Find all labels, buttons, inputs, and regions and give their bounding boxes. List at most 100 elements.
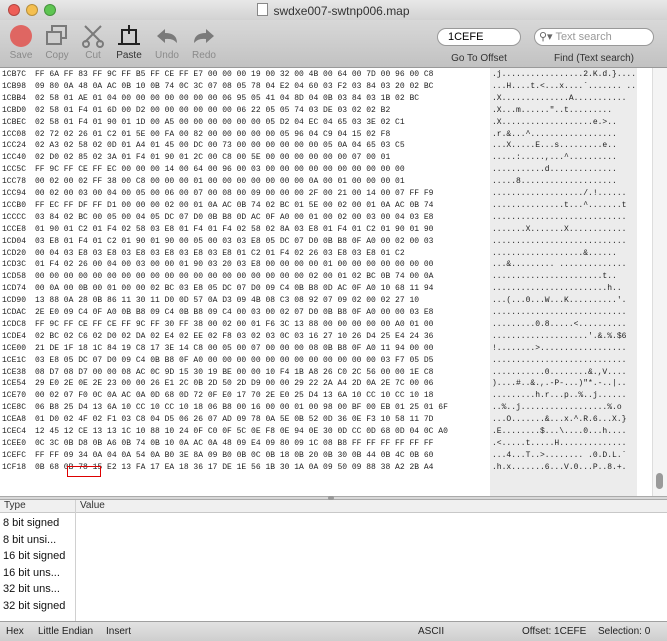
row-ascii[interactable]: .......X.......X............	[492, 224, 626, 236]
row-hex-bytes[interactable]: 12 45 12 CE 13 13 1C 10 88 10 24 0F C0 0…	[35, 426, 448, 438]
row-ascii[interactable]: .<.....t.....H..............	[492, 438, 626, 450]
row-offset: 1CE8C	[2, 403, 27, 413]
copy-button[interactable]: Copy	[40, 22, 74, 61]
row-hex-bytes[interactable]: 0C 3C 0B D8 0B A6 0B 74 0B 10 0A AC 0A 4…	[35, 438, 433, 450]
row-hex-bytes[interactable]: 01 90 01 C2 01 F4 02 58 03 E8 01 F4 01 F…	[35, 224, 433, 236]
row-hex-bytes[interactable]: FF FF 09 34 0A 04 0A 54 0A B0 3E 8A 09 B…	[35, 450, 433, 462]
row-hex-bytes[interactable]: 03 E8 05 DC 07 D0 09 C4 0B B8 0F A0 00 0…	[35, 355, 433, 367]
data-type-row[interactable]: 8 bit signed	[3, 517, 73, 529]
row-ascii[interactable]: .....8....................	[492, 176, 617, 188]
row-ascii[interactable]: ........................h..	[492, 283, 622, 295]
hex-editor[interactable]: 1CB7C FF 6A FF 83 FF 9C FF B5 FF CE FF E7…	[0, 68, 667, 496]
row-hex-bytes[interactable]: FF 9C FF CE FF CE FF 9C FF 30 FF 38 00 0…	[35, 319, 433, 331]
row-hex-bytes[interactable]: 21 DE 1F 18 1C 84 19 C8 17 3E 14 C8 00 0…	[35, 343, 433, 355]
row-hex-bytes[interactable]: 02 72 02 26 01 C2 01 5E 00 FA 00 82 00 0…	[35, 129, 390, 141]
status-insert-mode[interactable]: Insert	[106, 626, 131, 637]
row-ascii[interactable]: ..%..j..................%.o	[492, 402, 622, 414]
row-ascii[interactable]: ...&......... ..............	[492, 259, 626, 271]
redo-icon	[194, 29, 214, 43]
row-ascii[interactable]: ...........d..............	[492, 164, 617, 176]
row-offset: 1CCCC	[2, 212, 27, 222]
row-hex-bytes[interactable]: 00 0A 00 0B 00 01 00 00 02 BC 03 E8 05 D…	[35, 283, 433, 295]
data-type-row[interactable]: 8 bit unsi...	[3, 534, 73, 546]
type-column-header[interactable]: Type	[4, 500, 26, 511]
row-ascii[interactable]: .........0.8.....<..........	[492, 319, 626, 331]
row-ascii[interactable]: .................../.!......	[492, 188, 626, 200]
row-ascii[interactable]: ...(...0...W...K..........'.	[492, 295, 626, 307]
row-ascii[interactable]: ............................	[492, 212, 626, 224]
data-type-row[interactable]: 32 bit signed	[3, 600, 73, 612]
row-ascii[interactable]: ...O.......&...x.^.R.6...X.}	[492, 414, 626, 426]
go-to-offset-input[interactable]: 1CEFE	[437, 28, 521, 46]
row-hex-bytes[interactable]: 29 E0 2E 0E 2E 23 00 00 26 E1 2C 0B 2D 5…	[35, 378, 433, 390]
row-ascii[interactable]: .X...................e.>..	[492, 117, 617, 129]
row-ascii[interactable]: .........h.r...p..%..j......	[492, 390, 626, 402]
row-hex-bytes[interactable]: 02 58 01 AE 01 04 00 00 00 00 00 00 00 0…	[35, 93, 419, 105]
document-icon	[257, 3, 269, 16]
data-type-row[interactable]: 16 bit uns...	[3, 567, 73, 579]
row-hex-bytes[interactable]: 02 D0 02 85 02 3A 01 F4 01 90 01 2C 00 C…	[35, 152, 390, 164]
vertical-scrollbar[interactable]	[652, 68, 667, 496]
status-endian[interactable]: Little Endian	[38, 626, 93, 637]
row-hex-bytes[interactable]: 06 B8 25 D4 13 6A 10 CC 10 CC 10 18 06 B…	[35, 402, 448, 414]
row-hex-bytes[interactable]: 2E E0 09 C4 0F A0 0B B8 09 C4 0B B8 09 C…	[35, 307, 433, 319]
row-ascii[interactable]: ............................	[492, 307, 626, 319]
row-hex-bytes[interactable]: FF 6A FF 83 FF 9C FF B5 FF CE FF E7 00 0…	[35, 69, 433, 81]
status-hex-mode[interactable]: Hex	[6, 626, 24, 637]
row-ascii[interactable]: ...4...T..>........ .0.D.L.`	[492, 450, 626, 462]
row-ascii[interactable]: .j.................2.K.d.}....	[492, 69, 636, 81]
data-type-row[interactable]: 32 bit uns...	[3, 583, 73, 595]
row-ascii[interactable]: ...............t...^.......t	[492, 200, 626, 212]
row-ascii[interactable]: .....:.....,...^..........	[492, 152, 617, 164]
row-offset: 1CE70	[2, 391, 27, 401]
undo-button[interactable]: Undo	[150, 22, 184, 61]
data-type-row[interactable]: 16 bit signed	[3, 550, 73, 562]
row-hex-bytes[interactable]: 02 58 01 F4 01 90 01 1D 00 A5 00 00 00 0…	[35, 117, 405, 129]
row-hex-bytes[interactable]: 02 A3 02 58 02 0D 01 A4 01 45 00 DC 00 7…	[35, 140, 405, 152]
row-hex-bytes[interactable]: 00 02 00 02 FF 38 00 C8 00 00 00 01 00 0…	[35, 176, 405, 188]
paste-button[interactable]: Paste	[112, 22, 146, 61]
row-ascii[interactable]: !........>..................	[492, 343, 626, 355]
row-hex-bytes[interactable]: 13 88 0A 28 0B 86 11 30 11 D0 0D 57 0A D…	[35, 295, 419, 307]
row-hex-bytes[interactable]: 01 F4 02 26 00 04 00 03 00 00 01 90 03 2…	[35, 259, 433, 271]
row-hex-bytes[interactable]: 02 58 01 F4 01 6D 00 D2 00 00 00 00 00 0…	[35, 105, 390, 117]
row-ascii[interactable]: )....#..&.,.-P-...)"*.-..|..	[492, 378, 626, 390]
search-icon: ⚲▾	[539, 31, 553, 43]
row-ascii[interactable]: .r.&...^..................	[492, 129, 617, 141]
row-ascii[interactable]: .h.x.......6...V.0...P..8.+.	[492, 462, 626, 474]
row-ascii[interactable]: .E........$...\....0...h....	[492, 426, 626, 438]
row-hex-bytes[interactable]: 03 E8 01 F4 01 C2 01 90 01 90 00 05 00 0…	[35, 236, 433, 248]
save-button[interactable]: Save	[4, 22, 38, 61]
value-column-header[interactable]: Value	[80, 500, 105, 511]
row-hex-bytes[interactable]: 00 02 00 03 00 04 00 05 00 06 00 07 00 0…	[35, 188, 433, 200]
row-ascii[interactable]: ...H....t.<...x....`....... ..	[492, 81, 636, 93]
row-ascii[interactable]: .......................t..	[492, 271, 617, 283]
row-offset: 1CE38	[2, 367, 27, 377]
row-hex-bytes[interactable]: 09 80 0A 48 0A AC 0B 10 0B 74 0C 3C 07 0…	[35, 81, 433, 93]
row-hex-bytes[interactable]: 01 D0 02 4F 02 F1 03 C8 04 D5 06 26 07 A…	[35, 414, 433, 426]
row-hex-bytes[interactable]: 00 04 03 E8 03 E8 03 E8 03 E8 03 E8 03 E…	[35, 248, 405, 260]
row-offset: 1CCB0	[2, 200, 27, 210]
row-hex-bytes[interactable]: 00 00 00 00 00 00 00 00 00 00 00 00 00 0…	[35, 271, 433, 283]
data-inspector: Type Value 8 bit signed 8 bit unsi... 16 b…	[0, 500, 667, 621]
row-ascii[interactable]: .X...m......"..t.........	[492, 105, 612, 117]
row-ascii[interactable]: ...........0........&.,V....	[492, 367, 626, 379]
status-encoding[interactable]: ASCII	[418, 626, 444, 637]
redo-button[interactable]: Redo	[187, 22, 221, 61]
row-ascii[interactable]: ....................'.&.%.$6	[492, 331, 626, 343]
row-ascii[interactable]: ............................	[492, 355, 626, 367]
row-ascii[interactable]: .X..............A...........	[492, 93, 626, 105]
row-hex-bytes[interactable]: 00 02 07 F0 0C 0A AC 0A 0D 68 0D 72 0F E…	[35, 390, 433, 402]
row-ascii[interactable]: ...X.....E...s.........e..	[492, 140, 617, 152]
text-search-input[interactable]: ⚲▾ Text search	[534, 28, 654, 46]
row-hex-bytes[interactable]: FF 9C FF CE FF EC 00 00 00 14 00 64 00 9…	[35, 164, 405, 176]
cut-button[interactable]: Cut	[76, 22, 110, 61]
save-icon	[10, 25, 32, 47]
scrollbar-thumb[interactable]	[656, 473, 663, 489]
row-hex-bytes[interactable]: 03 84 02 BC 00 05 00 04 05 DC 07 D0 0B B…	[35, 212, 433, 224]
row-hex-bytes[interactable]: 08 D7 08 D7 00 00 08 AC 0C 9D 15 30 19 B…	[35, 367, 433, 379]
row-hex-bytes[interactable]: FF EC FF DF FF D1 00 00 00 02 00 01 0A A…	[35, 200, 433, 212]
row-ascii[interactable]: ...................&......	[492, 248, 617, 260]
row-hex-bytes[interactable]: 02 BC 02 C6 02 D0 02 DA 02 E4 02 EE 02 F…	[35, 331, 433, 343]
row-ascii[interactable]: ............................	[492, 236, 626, 248]
